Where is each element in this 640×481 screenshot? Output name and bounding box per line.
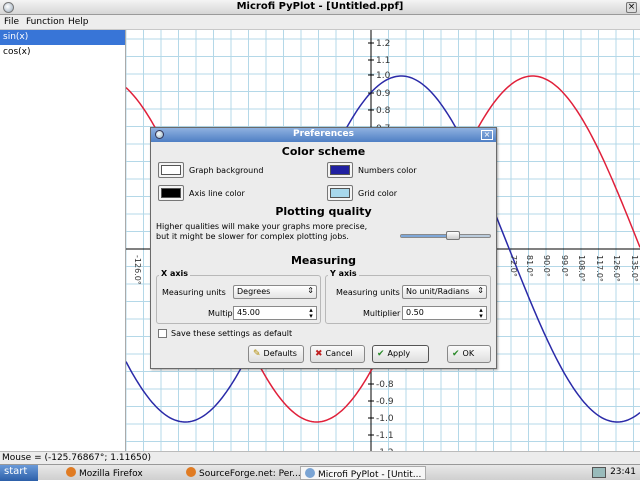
defaults-label: Defaults	[263, 349, 297, 358]
axis-line-color	[161, 188, 181, 198]
plotting-quality-description: Higher qualities will make your graphs m…	[156, 222, 368, 241]
select-arrows-icon: ⇕	[477, 286, 484, 295]
function-item-sin[interactable]: sin(x)	[0, 30, 125, 45]
numbers-color	[330, 165, 350, 175]
y-multiplier-label: Multiplier	[363, 309, 401, 318]
grid-color-label: Grid color	[358, 189, 398, 198]
task-firefox[interactable]: Mozilla Firefox	[62, 466, 147, 480]
window-title-bar: Microfi PyPlot - [Untitled.ppf] ×	[0, 0, 640, 15]
firefox-icon	[66, 467, 76, 477]
clock: 23:41	[610, 467, 636, 477]
cancel-icon: ✖	[315, 349, 323, 359]
select-arrows-icon: ⇕	[307, 286, 314, 295]
grid-color	[330, 188, 350, 198]
ok-icon: ✔	[452, 349, 460, 359]
ok-label: OK	[462, 349, 475, 358]
task-pyplot[interactable]: Microfi PyPlot - [Untit...	[300, 466, 427, 480]
x-axis-group-title: X axis	[159, 269, 191, 278]
x-tick-label: 72.0°	[509, 255, 518, 277]
x-multiplier-spinner[interactable]: 45.00 ▴ ▾	[233, 306, 317, 320]
dialog-title: Preferences	[293, 129, 354, 139]
spinner-arrows-icon[interactable]: ▴ ▾	[307, 307, 315, 320]
x-tick-label: 126.0°	[612, 255, 621, 282]
numbers-color-swatch[interactable]	[327, 162, 353, 178]
x-tick-label: 117.0°	[595, 255, 604, 282]
graph-background-color	[161, 165, 181, 175]
x-multiplier-value: 45.00	[237, 308, 260, 317]
y-measuring-units-value: No unit/Radians	[406, 287, 470, 296]
function-item-cos[interactable]: cos(x)	[0, 45, 125, 60]
x-tick-label: 108.0°	[577, 255, 586, 282]
task-label: SourceForge.net: Per...	[199, 469, 301, 479]
axis-line-color-label: Axis line color	[189, 189, 245, 198]
pyplot-icon	[305, 468, 315, 478]
y-tick-label: 0.9	[376, 89, 391, 99]
task-sourceforge[interactable]: SourceForge.net: Per...	[182, 466, 305, 480]
x-tick-label: -126.0°	[133, 255, 142, 285]
network-tray-icon[interactable]	[592, 467, 606, 478]
function-list: sin(x) cos(x)	[0, 30, 126, 451]
mouse-coordinates: Mouse = (-125.76867°; 1.11650)	[2, 453, 152, 463]
color-scheme-heading: Color scheme	[281, 145, 366, 158]
numbers-color-label: Numbers color	[358, 166, 417, 175]
y-tick-label: 1.0	[376, 71, 391, 81]
x-measuring-units-value: Degrees	[237, 287, 271, 296]
taskbar: start Mozilla Firefox SourceForge.net: P…	[0, 464, 640, 481]
x-tick-label: 135.0°	[630, 255, 639, 282]
y-multiplier-spinner[interactable]: 0.50 ▴ ▾	[402, 306, 487, 320]
cancel-label: Cancel	[325, 349, 353, 358]
y-tick-label: -1.1	[376, 431, 394, 441]
checkmark-icon: ✔	[377, 349, 385, 359]
plotting-quality-heading: Plotting quality	[275, 205, 372, 218]
start-button[interactable]: start	[0, 465, 38, 481]
menu-function[interactable]: Function	[26, 17, 64, 27]
y-tick-label: 0.8	[376, 106, 391, 116]
y-multiplier-value: 0.50	[406, 308, 424, 317]
defaults-icon: ✎	[253, 349, 261, 359]
firefox-icon	[186, 467, 196, 477]
menu-help[interactable]: Help	[68, 17, 89, 27]
menu-bar: File Function Help	[0, 15, 640, 30]
y-measuring-units-select[interactable]: No unit/Radians ⇕	[402, 285, 487, 299]
menu-file[interactable]: File	[4, 17, 19, 27]
x-tick-label: 99.0°	[560, 255, 569, 277]
window-title: Microfi PyPlot - [Untitled.ppf]	[236, 1, 404, 12]
y-measuring-units-label: Measuring units	[336, 288, 400, 297]
y-tick-label: 1.2	[376, 39, 390, 49]
x-measuring-units-label: Measuring units	[162, 288, 226, 297]
axis-line-color-swatch[interactable]	[158, 185, 184, 201]
y-tick-label: -0.8	[376, 380, 394, 390]
y-tick-label: 1.1	[376, 56, 390, 66]
y-tick-label: -0.9	[376, 397, 394, 407]
save-settings-label: Save these settings as default	[171, 329, 293, 338]
apply-button[interactable]: ✔ Apply	[372, 345, 429, 363]
task-label: Mozilla Firefox	[79, 469, 143, 479]
grid-color-swatch[interactable]	[327, 185, 353, 201]
status-bar: Mouse = (-125.76867°; 1.11650)	[0, 451, 640, 464]
measuring-heading: Measuring	[290, 254, 357, 267]
ok-button[interactable]: ✔ OK	[447, 345, 491, 363]
graph-background-label: Graph background	[189, 166, 264, 175]
dialog-title-bar: Preferences ×	[151, 128, 496, 142]
close-window-button[interactable]: ×	[626, 2, 637, 13]
preferences-dialog: Preferences × Color scheme Graph backgro…	[150, 127, 497, 369]
dialog-close-button[interactable]: ×	[481, 130, 493, 140]
y-tick-label: -1.0	[376, 414, 394, 424]
task-label: Microfi PyPlot - [Untit...	[318, 470, 422, 480]
x-tick-label: 81.0°	[525, 255, 534, 277]
x-measuring-units-select[interactable]: Degrees ⇕	[233, 285, 317, 299]
cancel-button[interactable]: ✖ Cancel	[310, 345, 365, 363]
spinner-arrows-icon[interactable]: ▴ ▾	[477, 307, 485, 320]
save-settings-checkbox[interactable]	[158, 329, 167, 338]
graph-background-swatch[interactable]	[158, 162, 184, 178]
x-tick-label: 90.0°	[542, 255, 551, 277]
apply-label: Apply	[387, 349, 411, 358]
quality-slider-handle[interactable]	[446, 231, 460, 240]
y-axis-group-title: Y axis	[328, 269, 359, 278]
defaults-button[interactable]: ✎ Defaults	[248, 345, 304, 363]
